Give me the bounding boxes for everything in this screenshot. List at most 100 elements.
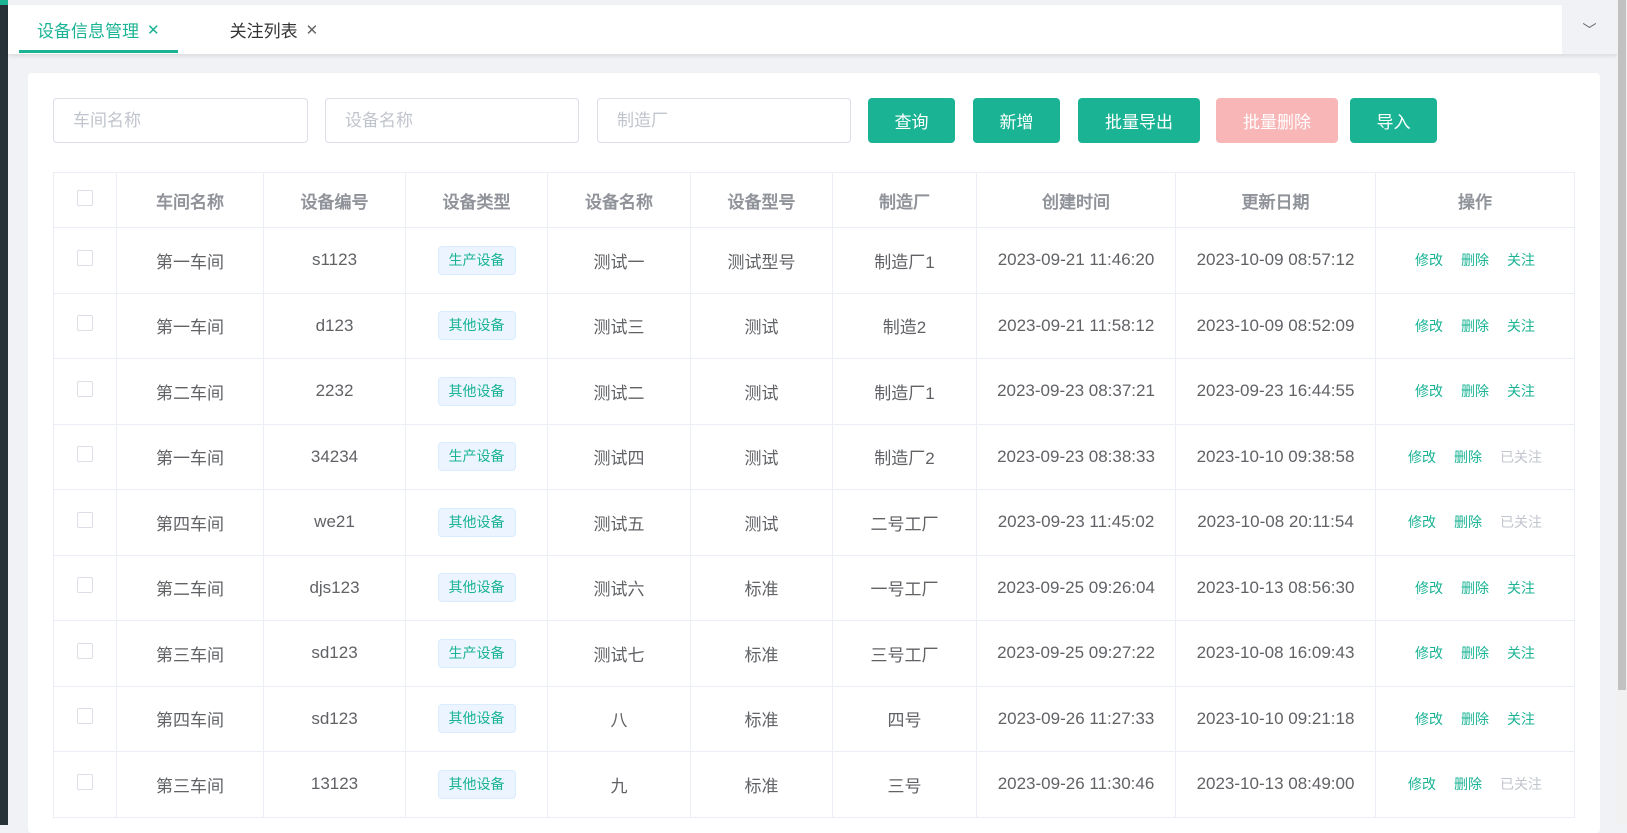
cell: djs123 bbox=[263, 554, 406, 621]
device-type-tag: 其他设备 bbox=[437, 573, 516, 603]
cell: 第三车间 bbox=[116, 751, 264, 818]
sidebar-edge bbox=[0, 0, 8, 825]
row-checkbox[interactable] bbox=[77, 249, 93, 266]
edit-link[interactable]: 修改 bbox=[1415, 645, 1443, 661]
row-checkbox[interactable] bbox=[77, 773, 93, 790]
cell: 第四车间 bbox=[116, 489, 264, 556]
column-header: 操作 bbox=[1375, 172, 1575, 228]
row-checkbox[interactable] bbox=[77, 380, 93, 397]
cell: 2023-09-23 16:44:55 bbox=[1175, 358, 1376, 425]
table-row: 第二车间 2232 其他设备 测试二 测试 制造厂1 2023-09-23 08:37:21… bbox=[53, 358, 1575, 425]
workshop-input[interactable] bbox=[53, 98, 308, 143]
select-cell bbox=[53, 292, 117, 359]
select-all-checkbox[interactable] bbox=[77, 189, 93, 206]
actions-cell: 修改 删除 关注 bbox=[1375, 358, 1575, 425]
cell: 八 bbox=[547, 685, 691, 752]
follow-link[interactable]: 关注 bbox=[1507, 580, 1535, 596]
cell: 2023-10-08 20:11:54 bbox=[1175, 489, 1376, 556]
cell: d123 bbox=[263, 292, 406, 359]
import-button[interactable]: 导入 bbox=[1350, 98, 1437, 143]
table-row: 第一车间 34234 生产设备 测试四 测试 制造厂2 2023-09-23 08:38:3… bbox=[53, 423, 1575, 490]
follow-link[interactable]: 关注 bbox=[1507, 711, 1535, 727]
device-type-tag: 其他设备 bbox=[437, 704, 516, 734]
tab-device-info[interactable]: 设备信息管理 ✕ bbox=[19, 5, 178, 54]
cell: 四号 bbox=[832, 685, 977, 752]
column-header: 设备型号 bbox=[690, 172, 833, 228]
table-row: 第四车间 sd123 其他设备 八标准 四号 2023-09-26 11:27:33 202… bbox=[53, 685, 1575, 752]
row-checkbox[interactable] bbox=[77, 708, 93, 725]
cell: sd123 bbox=[263, 620, 406, 687]
delete-link[interactable]: 删除 bbox=[1454, 514, 1482, 530]
cell: 生产设备 bbox=[405, 620, 548, 687]
row-checkbox[interactable] bbox=[77, 577, 93, 594]
delete-link[interactable]: 删除 bbox=[1461, 252, 1489, 268]
row-checkbox[interactable] bbox=[77, 511, 93, 528]
batch-export-button[interactable]: 批量导出 bbox=[1078, 98, 1200, 143]
edit-link[interactable]: 修改 bbox=[1408, 514, 1436, 530]
delete-link[interactable]: 删除 bbox=[1461, 318, 1489, 334]
cell: 三号工厂 bbox=[832, 620, 977, 687]
edit-link[interactable]: 修改 bbox=[1415, 252, 1443, 268]
delete-link[interactable]: 删除 bbox=[1461, 383, 1489, 399]
column-header: 车间名称 bbox=[116, 172, 264, 228]
cell: 二号工厂 bbox=[832, 489, 977, 556]
query-button[interactable]: 查询 bbox=[868, 98, 955, 143]
delete-link[interactable]: 删除 bbox=[1454, 776, 1482, 792]
cell: 测试型号 bbox=[690, 227, 833, 294]
select-cell bbox=[53, 751, 117, 818]
scrollbar-thumb[interactable] bbox=[1618, 0, 1626, 690]
actions-cell: 修改 删除 关注 bbox=[1375, 685, 1575, 752]
select-cell bbox=[53, 620, 117, 687]
close-icon[interactable]: ✕ bbox=[147, 21, 160, 39]
delete-link[interactable]: 删除 bbox=[1454, 449, 1482, 465]
batch-delete-button[interactable]: 批量删除 bbox=[1216, 98, 1338, 143]
tab-label: 关注列表 bbox=[229, 22, 298, 41]
tab-follow-list[interactable]: 关注列表 ✕ bbox=[212, 5, 337, 54]
delete-link[interactable]: 删除 bbox=[1461, 580, 1489, 596]
cell: 标准 bbox=[690, 685, 833, 752]
column-header: 创建时间 bbox=[976, 172, 1176, 228]
scrollbar[interactable] bbox=[1617, 0, 1627, 825]
cell: we21 bbox=[263, 489, 406, 556]
delete-link[interactable]: 删除 bbox=[1461, 645, 1489, 661]
follow-link[interactable]: 关注 bbox=[1507, 252, 1535, 268]
device-type-tag: 生产设备 bbox=[437, 638, 516, 668]
cell: 2232 bbox=[263, 358, 406, 425]
table-row: 第二车间 djs123 其他设备 测试六 标准 一号工厂 2023-09-25 09:26:… bbox=[53, 554, 1575, 621]
close-icon[interactable]: ✕ bbox=[306, 21, 319, 39]
edit-link[interactable]: 修改 bbox=[1415, 580, 1443, 596]
cell: 2023-09-21 11:58:12 bbox=[976, 292, 1176, 359]
table-row: 第一车间 s1123 生产设备 测试一 测试型号 制造厂1 2023-09-21 11:46… bbox=[53, 227, 1575, 294]
edit-link[interactable]: 修改 bbox=[1415, 711, 1443, 727]
cell: 测试一 bbox=[547, 227, 691, 294]
device-type-tag: 其他设备 bbox=[437, 507, 516, 537]
cell: 标准 bbox=[690, 620, 833, 687]
chevron-down-icon[interactable]: ﹀ bbox=[1562, 5, 1617, 54]
edit-link[interactable]: 修改 bbox=[1408, 776, 1436, 792]
edit-link[interactable]: 修改 bbox=[1415, 383, 1443, 399]
cell: 其他设备 bbox=[405, 685, 548, 752]
edit-link[interactable]: 修改 bbox=[1408, 449, 1436, 465]
actions-cell: 修改 删除 关注 bbox=[1375, 227, 1575, 294]
delete-link[interactable]: 删除 bbox=[1461, 711, 1489, 727]
cell: 制造厂1 bbox=[832, 358, 977, 425]
cell: 测试三 bbox=[547, 292, 691, 359]
row-checkbox[interactable] bbox=[77, 315, 93, 332]
row-checkbox[interactable] bbox=[77, 642, 93, 659]
select-cell bbox=[53, 489, 117, 556]
cell: 其他设备 bbox=[405, 292, 548, 359]
cell: 2023-10-13 08:56:30 bbox=[1175, 554, 1376, 621]
cell: 2023-09-21 11:46:20 bbox=[976, 227, 1176, 294]
cell: 2023-09-23 08:37:21 bbox=[976, 358, 1176, 425]
actions-cell: 修改 删除 关注 bbox=[1375, 554, 1575, 621]
device-name-input[interactable] bbox=[325, 98, 579, 143]
follow-link: 已关注 bbox=[1500, 776, 1542, 793]
add-button[interactable]: 新增 bbox=[973, 98, 1060, 143]
edit-link[interactable]: 修改 bbox=[1415, 318, 1443, 334]
follow-link[interactable]: 关注 bbox=[1507, 645, 1535, 661]
follow-link[interactable]: 关注 bbox=[1507, 318, 1535, 334]
table-row: 第四车间 we21 其他设备 测试五 测试 二号工厂 2023-09-23 11:45:02… bbox=[53, 489, 1575, 556]
follow-link[interactable]: 关注 bbox=[1507, 383, 1535, 399]
row-checkbox[interactable] bbox=[77, 446, 93, 463]
manufacturer-input[interactable] bbox=[597, 98, 851, 143]
